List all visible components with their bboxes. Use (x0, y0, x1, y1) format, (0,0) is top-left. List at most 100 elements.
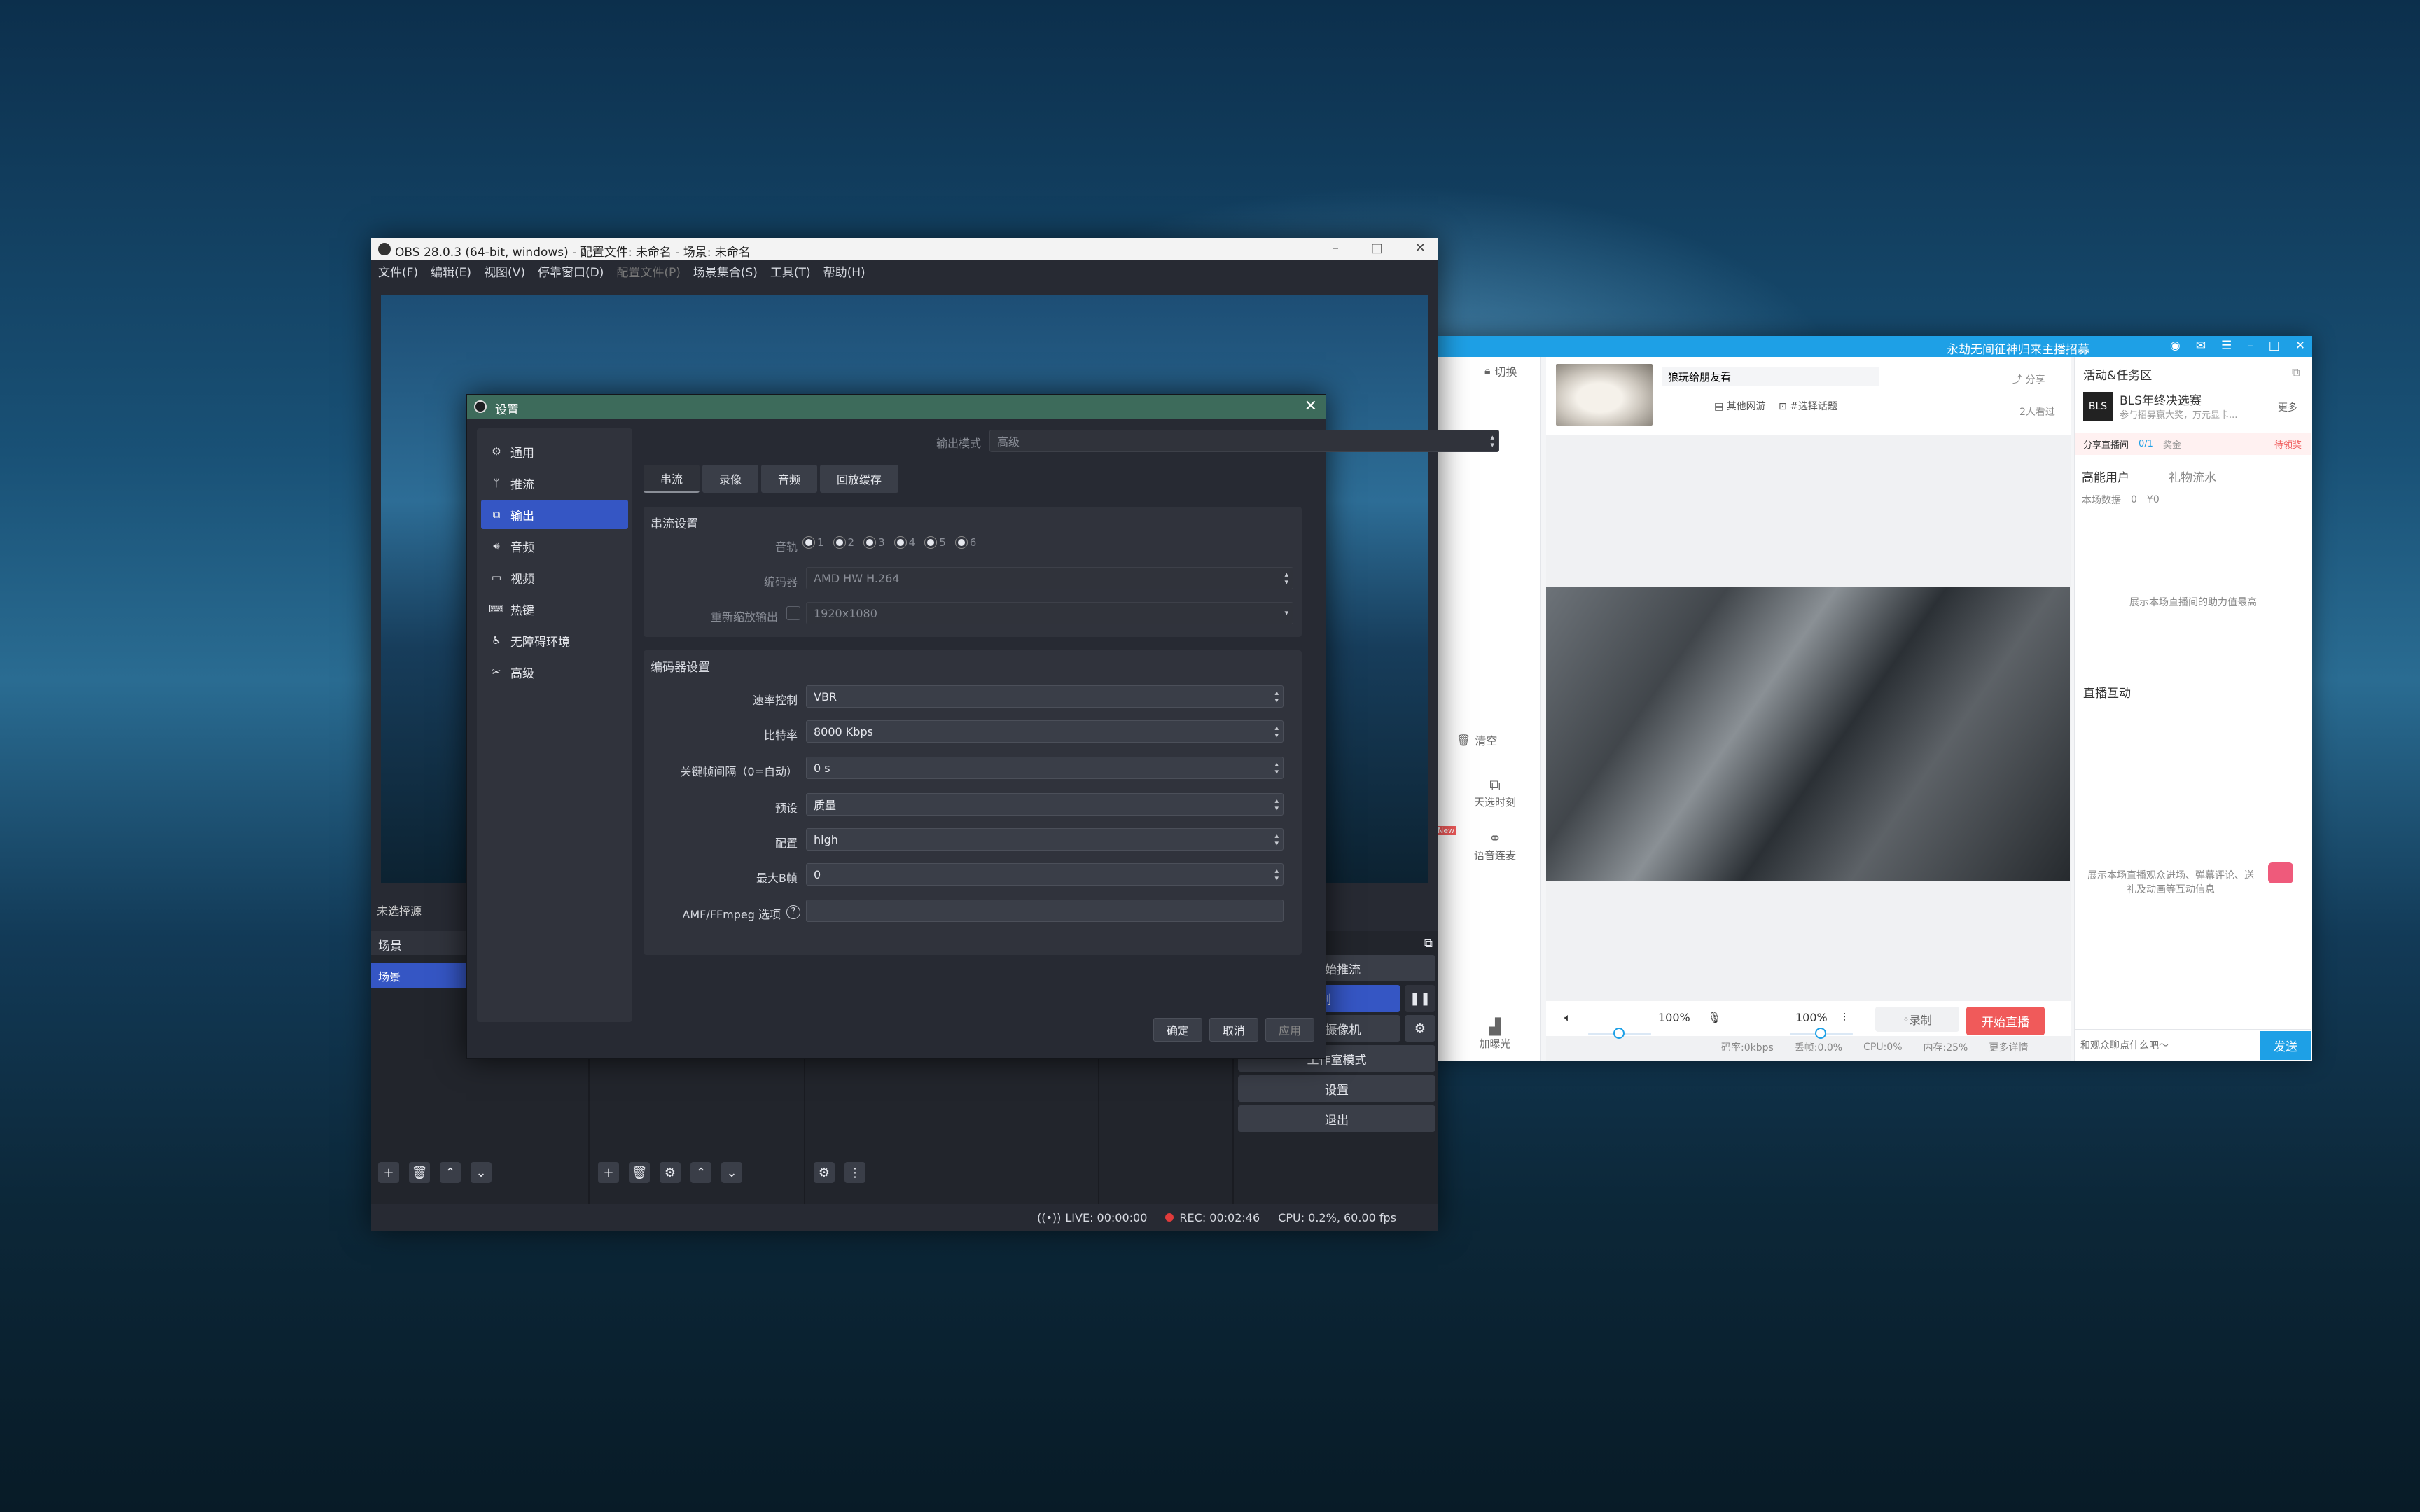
move-down-button[interactable]: ⌄ (721, 1162, 742, 1183)
exit-button[interactable]: 退出 (1238, 1105, 1435, 1132)
start-live-button[interactable]: 开始直播 (1966, 1007, 2045, 1035)
record-button[interactable]: ◦ 录制 (1875, 1007, 1959, 1032)
voice-link-tool[interactable]: ⚭ 语音连麦 (1463, 830, 1527, 862)
sidebar-item-video[interactable]: ▭ 视频 (481, 563, 628, 592)
popout-icon[interactable]: ⧉ (2292, 365, 2300, 379)
apply-button[interactable]: 应用 (1265, 1018, 1314, 1042)
category-tag[interactable]: ▤ 其他网游 (1714, 399, 1766, 413)
chat-input[interactable] (2080, 1035, 2248, 1055)
streaming-center: 狼玩给朋友看 ▤ 其他网游 ⊡ #选择话题 ⤴ 分享 2人看过 🔈︎ 100% … (1546, 357, 2071, 1060)
move-up-button[interactable]: ⌃ (440, 1162, 461, 1183)
menu-scene-collection[interactable]: 场景集合(S) (693, 262, 758, 280)
sidebar-item-stream[interactable]: ᛘ 推流 (481, 468, 628, 498)
track-radio-3[interactable]: 3 (863, 536, 885, 549)
mail-icon[interactable]: ✉ (2196, 339, 2206, 353)
switch-button[interactable]: 🔒︎ 切换 (1484, 363, 1517, 379)
add-scene-button[interactable]: + (378, 1162, 399, 1183)
hq-users-tab[interactable]: 高能用户 (2082, 468, 2129, 485)
bilibili-tv-icon[interactable] (2268, 862, 2293, 883)
share-button[interactable]: ⤴ 分享 (2012, 372, 2045, 386)
menu-icon[interactable]: ☰ (2221, 339, 2232, 353)
track-radio-1[interactable]: 1 (802, 536, 824, 549)
track-radio-6[interactable]: 6 (954, 536, 976, 549)
viewer-count: 2人看过 (2019, 407, 2055, 418)
minimize-icon[interactable]: – (2247, 339, 2253, 353)
room-cover-image[interactable] (1556, 364, 1653, 426)
rescale-resolution-select[interactable]: 1920x1080 ▾ (806, 602, 1293, 624)
spin-arrows-icon[interactable]: ▴ ▾ (1274, 760, 1279, 776)
encoder-select[interactable]: AMD HW H.264 ▴ ▾ (806, 567, 1293, 589)
keyframe-interval-spinbox[interactable]: 0 s ▴ ▾ (806, 757, 1284, 779)
preset-select[interactable]: 质量 ▴ ▾ (806, 793, 1284, 816)
lottery-tool[interactable]: ⧉ 天选时刻 (1463, 777, 1527, 809)
menu-edit[interactable]: 编辑(E) (431, 262, 471, 280)
help-icon[interactable]: ? (786, 905, 800, 919)
output-mode-select[interactable]: 高级 ▴ ▾ (989, 430, 1499, 452)
advanced-audio-button[interactable]: ⚙ (814, 1162, 835, 1183)
pause-recording-button[interactable]: ❚❚ (1405, 985, 1435, 1011)
pending-reward-link[interactable]: 待领奖 (2274, 438, 2302, 451)
bitrate-spinbox[interactable]: 8000 Kbps ▴ ▾ (806, 720, 1284, 743)
track-radio-4[interactable]: 4 (893, 536, 915, 549)
sidebar-item-hotkeys[interactable]: ⌨ 热键 (481, 594, 628, 624)
promo-banner-text[interactable]: 永劫无间征神归来主播招募 (1947, 340, 2089, 357)
sidebar-item-accessibility[interactable]: ♿︎ 无障碍环境 (481, 626, 628, 655)
close-icon[interactable]: ✕ (1305, 398, 1317, 415)
minimize-icon[interactable]: – (1333, 241, 1339, 255)
rate-control-select[interactable]: VBR ▴ ▾ (806, 685, 1284, 708)
menu-help[interactable]: 帮助(H) (823, 262, 865, 280)
remove-source-button[interactable]: 🗑︎ (629, 1162, 650, 1183)
settings-button[interactable]: 设置 (1238, 1075, 1435, 1102)
room-title-input[interactable]: 狼玩给朋友看 (1662, 367, 1879, 386)
sidebar-item-output[interactable]: ⧉ 输出 (481, 500, 628, 529)
maximize-icon[interactable]: □ (2269, 339, 2280, 353)
more-link[interactable]: 更多 (2278, 400, 2297, 414)
boost-tool[interactable]: ▟ 加曝光 (1463, 1018, 1527, 1051)
add-source-button[interactable]: + (598, 1162, 619, 1183)
track-radio-2[interactable]: 2 (833, 536, 854, 549)
clear-button[interactable]: 🗑︎ 清空 (1456, 732, 1497, 748)
rescale-checkbox[interactable] (786, 606, 800, 620)
sidebar-item-audio[interactable]: 🔊︎ 音频 (481, 531, 628, 561)
avatar-icon[interactable]: ◉ (2170, 339, 2181, 353)
menu-tools[interactable]: 工具(T) (770, 262, 811, 280)
move-down-button[interactable]: ⌄ (471, 1162, 492, 1183)
menu-file[interactable]: 文件(F) (378, 262, 418, 280)
menu-profile[interactable]: 配置文件(P) (616, 262, 681, 280)
menu-docks[interactable]: 停靠窗口(D) (538, 262, 604, 280)
more-details-link[interactable]: 更多详情 (1989, 1040, 2028, 1054)
send-button[interactable]: 发送 (2260, 1031, 2311, 1060)
remove-scene-button[interactable]: 🗑︎ (409, 1162, 430, 1183)
stream-preview[interactable] (1546, 587, 2070, 881)
track-radio-5[interactable]: 5 (924, 536, 946, 549)
tab-audio[interactable]: 音频 (761, 465, 818, 493)
profile-select[interactable]: high ▴ ▾ (806, 828, 1284, 850)
drop-stat: 丢帧:0.0% (1794, 1042, 1843, 1054)
tab-streaming[interactable]: 串流 (644, 465, 700, 493)
spin-arrows-icon[interactable]: ▴ ▾ (1274, 724, 1279, 739)
close-icon[interactable]: ✕ (1415, 241, 1426, 255)
source-properties-button[interactable]: ⚙ (660, 1162, 681, 1183)
amf-options-input[interactable] (806, 899, 1284, 922)
cancel-button[interactable]: 取消 (1209, 1018, 1258, 1042)
sidebar-item-general[interactable]: ⚙ 通用 (481, 437, 628, 466)
sidebar-item-advanced[interactable]: ✂ 高级 (481, 657, 628, 687)
speaker-icon[interactable]: 🔈︎ (1564, 1011, 1571, 1025)
microphone-icon[interactable]: 🎙︎ (1707, 1011, 1721, 1024)
mixer-menu-button[interactable]: ⋮ (844, 1162, 865, 1183)
gift-flow-tab[interactable]: 礼物流水 (2169, 468, 2216, 485)
max-bframes-spinbox[interactable]: 0 ▴ ▾ (806, 863, 1284, 886)
topic-tag[interactable]: ⊡ #选择话题 (1779, 399, 1837, 413)
tab-recording[interactable]: 录像 (702, 465, 759, 493)
spin-arrows-icon[interactable]: ▴ ▾ (1274, 867, 1279, 882)
rec-status: REC: 00:02:46 (1165, 1211, 1260, 1224)
virtual-camera-settings-icon[interactable]: ⚙ (1405, 1015, 1435, 1042)
maximize-icon[interactable]: □ (1371, 241, 1383, 255)
activity-name[interactable]: BLS年终决选赛 (2120, 391, 2202, 408)
close-icon[interactable]: ✕ (2295, 339, 2305, 353)
ok-button[interactable]: 确定 (1153, 1018, 1202, 1042)
move-up-button[interactable]: ⌃ (690, 1162, 711, 1183)
mixer-icon[interactable]: ⫶ (1843, 1011, 1846, 1025)
tab-replay-buffer[interactable]: 回放缓存 (820, 465, 899, 493)
menu-view[interactable]: 视图(V) (484, 262, 525, 280)
